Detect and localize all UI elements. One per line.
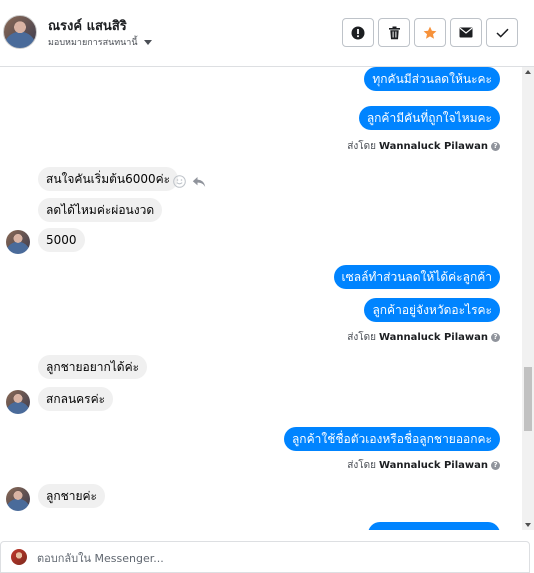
sent-by-label: ส่งโดย Wannaluck Pilawan ? [347, 330, 500, 345]
outgoing-message[interactable]: ลูกค้าใช้ชื่อตัวเองหรือชื่อลูกชายออกคะ [283, 427, 500, 451]
incoming-message[interactable]: ลดได้ไหมค่ะผ่อนงวด [38, 198, 163, 222]
sent-by-agent: Wannaluck Pilawan [378, 141, 488, 152]
star-icon [423, 26, 437, 39]
sent-by-agent: Wannaluck Pilawan [378, 460, 488, 471]
emoji-icon[interactable] [173, 175, 186, 188]
trash-icon [388, 26, 400, 39]
outgoing-message[interactable]: เซลล์ทำส่วนลดให้ได้ค่ะลูกค้า [333, 265, 500, 289]
exclamation-icon [351, 26, 365, 39]
star-button[interactable] [414, 18, 446, 47]
incoming-message[interactable]: ลูกชายอยากได้ค่ะ [38, 355, 148, 379]
assign-conversation-dropdown[interactable]: มอบหมายการสนทนานี้ [48, 35, 152, 49]
outgoing-message-partial[interactable] [368, 522, 500, 530]
mark-spam-button[interactable] [342, 18, 374, 47]
caret-down-icon [143, 39, 152, 45]
sent-by-label: ส่งโดย Wannaluck Pilawan ? [347, 458, 500, 473]
contact-avatar-small [6, 390, 30, 414]
conversation-header: ณรงค์ แสนสิริ มอบหมายการสนทนานี้ [0, 0, 534, 67]
scroll-down-arrow-icon[interactable] [525, 523, 531, 527]
delete-button[interactable] [378, 18, 410, 47]
incoming-message[interactable]: ลูกชายค่ะ [38, 484, 106, 508]
sent-by-prefix: ส่งโดย [347, 460, 376, 471]
thread-scrollbar[interactable] [522, 67, 534, 530]
help-icon[interactable]: ? [491, 461, 500, 470]
page-avatar [11, 549, 27, 565]
contact-avatar-small [6, 230, 30, 254]
message-thread[interactable]: ทุกคันมีส่วนลดให้นะคะ ลูกค้ามีคันที่ถูกใ… [0, 67, 534, 530]
reply-icon[interactable] [192, 176, 206, 188]
sent-by-prefix: ส่งโดย [347, 141, 376, 152]
contact-name[interactable]: ณรงค์ แสนสิริ [48, 15, 127, 36]
reply-input[interactable] [37, 548, 507, 568]
incoming-message[interactable]: สกลนครค่ะ [38, 387, 114, 411]
contact-avatar-small [6, 487, 30, 511]
reply-composer [0, 541, 530, 573]
help-icon[interactable]: ? [491, 333, 500, 342]
check-icon [495, 28, 509, 38]
sent-by-agent: Wannaluck Pilawan [378, 332, 488, 343]
contact-avatar[interactable] [3, 15, 37, 49]
scroll-thumb[interactable] [524, 367, 532, 431]
scroll-up-arrow-icon[interactable] [525, 70, 531, 74]
header-actions [342, 18, 518, 47]
incoming-message[interactable]: สนใจคันเริ่มต้น6000ค่ะ [38, 167, 179, 191]
sent-by-label: ส่งโดย Wannaluck Pilawan ? [347, 139, 500, 154]
outgoing-message[interactable]: ทุกคันมีส่วนลดให้นะคะ [364, 67, 500, 91]
message-tools [173, 175, 206, 188]
assign-label: มอบหมายการสนทนานี้ [48, 38, 138, 48]
mark-unread-button[interactable] [450, 18, 482, 47]
help-icon[interactable]: ? [491, 142, 500, 151]
sent-by-prefix: ส่งโดย [347, 332, 376, 343]
outgoing-message[interactable]: ลูกค้าอยู่จังหวัดอะไรคะ [364, 298, 500, 322]
mark-done-button[interactable] [486, 18, 518, 47]
outgoing-message[interactable]: ลูกค้ามีคันที่ถูกใจไหมคะ [358, 106, 500, 130]
incoming-message[interactable]: 5000 [38, 228, 85, 252]
envelope-icon [459, 27, 473, 38]
